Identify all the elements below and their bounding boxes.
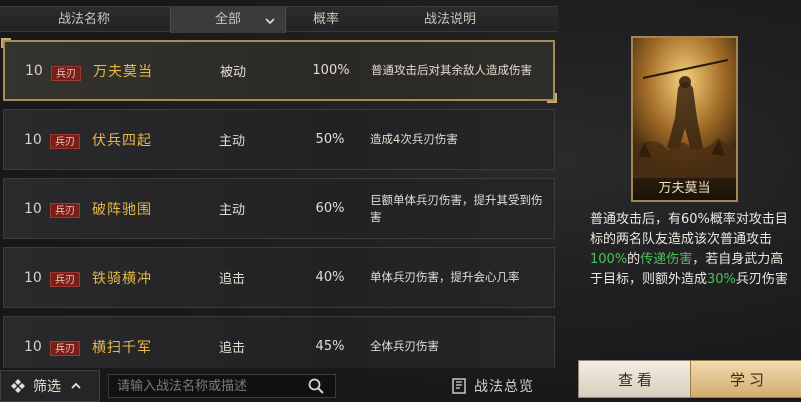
- skill-level: 10: [24, 131, 42, 148]
- skill-type: 主动: [218, 134, 245, 149]
- skill-row[interactable]: 10 兵刃 横扫千军 追击 45% 全体兵刃伤害: [3, 316, 555, 368]
- filter-label: 筛选: [33, 379, 61, 395]
- detail-text-part2: 的: [627, 252, 641, 267]
- skill-row[interactable]: 10 兵刃 铁骑横冲 追击 40% 单体兵刃伤害，提升会心几率: [3, 247, 555, 308]
- card-skill-name: 万夫莫当: [633, 178, 736, 200]
- detail-text-part4: 兵刃伤害: [735, 272, 788, 287]
- skill-type: 追击: [218, 341, 245, 356]
- chevron-up-icon: [71, 382, 81, 389]
- learn-button[interactable]: 学习: [690, 360, 801, 398]
- skill-description: 巨额单体兵刃伤害，提升其受到伤害: [370, 192, 543, 224]
- skill-row[interactable]: 10 兵刃 万夫莫当 被动 100% 普通攻击后对其余敌人造成伤害: [1, 38, 557, 103]
- skill-list: 10 兵刃 万夫莫当 被动 100% 普通攻击后对其余敌人造成伤害 10 兵刃 …: [0, 38, 558, 368]
- skill-name: 铁骑横冲: [92, 270, 152, 287]
- type-filter-dropdown[interactable]: 全部: [170, 7, 286, 33]
- skill-name: 万夫莫当: [93, 63, 153, 80]
- skill-row[interactable]: 10 兵刃 伏兵四起 主动 50% 造成4次兵刃伤害: [3, 109, 555, 170]
- skill-card: 万夫莫当: [631, 36, 738, 202]
- detail-highlight-extra: 30%: [707, 272, 736, 287]
- damage-type-tag: 兵刃: [51, 66, 81, 81]
- header-probability: 概率: [312, 12, 339, 27]
- warrior-artwork-icon: [633, 38, 736, 178]
- skill-name: 破阵驰围: [92, 201, 152, 218]
- overview-label: 战法总览: [474, 379, 534, 395]
- header-name: 战法名称: [58, 12, 111, 27]
- search-input[interactable]: [109, 378, 305, 394]
- filter-button[interactable]: 筛选: [0, 370, 100, 402]
- skill-row[interactable]: 10 兵刃 破阵驰围 主动 60% 巨额单体兵刃伤害，提升其受到伤害: [3, 178, 555, 239]
- skill-level: 10: [24, 200, 42, 217]
- type-filter-label: 全部: [214, 12, 241, 27]
- damage-type-tag: 兵刃: [50, 272, 80, 287]
- skill-type: 主动: [218, 203, 245, 218]
- list-header: 战法名称 全部 概率 战法说明: [0, 6, 558, 33]
- skill-probability: 50%: [315, 132, 345, 147]
- skill-level: 10: [25, 62, 43, 79]
- skill-description: 全体兵刃伤害: [370, 339, 439, 353]
- skill-level: 10: [24, 269, 42, 286]
- skill-screen: 战法名称 全部 概率 战法说明 10 兵刃 万夫莫当 被动 100% 普通攻击后…: [0, 0, 801, 402]
- skill-probability: 45%: [315, 339, 345, 354]
- skill-level: 10: [24, 338, 42, 355]
- header-description: 战法说明: [423, 12, 476, 27]
- damage-type-tag: 兵刃: [50, 341, 80, 356]
- filter-diamonds-icon: [11, 379, 25, 393]
- skill-type: 被动: [219, 65, 246, 80]
- detail-highlight-percent: 100%: [590, 252, 628, 267]
- detail-text-part1: 普通攻击后，有60%概率对攻击目标的两名队友造成该次普通攻击: [590, 212, 788, 247]
- skill-description: 造成4次兵刃伤害: [370, 132, 458, 146]
- skill-probability: 60%: [315, 201, 345, 216]
- skill-description: 单体兵刃伤害，提升会心几率: [370, 270, 520, 284]
- search-icon[interactable]: [307, 377, 325, 395]
- skill-name: 横扫千军: [92, 339, 152, 356]
- skill-description: 普通攻击后对其余敌人造成伤害: [371, 63, 532, 77]
- detail-highlight-damage: 传递伤害: [640, 252, 693, 267]
- damage-type-tag: 兵刃: [50, 134, 80, 149]
- book-icon: [452, 378, 466, 394]
- chevron-down-icon: [265, 18, 275, 25]
- skill-probability: 40%: [315, 270, 345, 285]
- skill-overview-link[interactable]: 战法总览: [452, 374, 534, 398]
- damage-type-tag: 兵刃: [50, 203, 80, 218]
- view-button[interactable]: 查看: [578, 360, 696, 398]
- skill-probability: 100%: [312, 63, 350, 78]
- skill-type: 追击: [218, 272, 245, 287]
- skill-detail-text: 普通攻击后，有60%概率对攻击目标的两名队友造成该次普通攻击100%的传递伤害，…: [590, 210, 790, 290]
- skill-name: 伏兵四起: [92, 132, 152, 149]
- search-box: [108, 374, 336, 398]
